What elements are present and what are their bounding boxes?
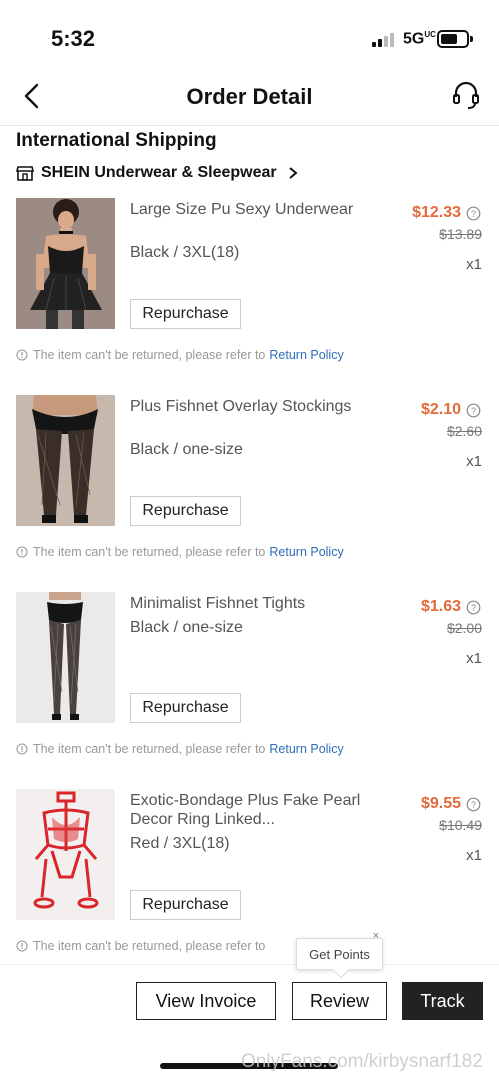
price-info-icon[interactable]: ? <box>466 797 481 812</box>
info-icon <box>16 546 28 558</box>
review-button[interactable]: Review <box>292 982 387 1020</box>
return-notice: The item can't be returned, please refer… <box>16 545 344 559</box>
store-name: SHEIN Underwear & Sleepwear <box>41 164 277 181</box>
item-variant: Black / 3XL(18) <box>130 244 240 261</box>
return-notice-text: The item can't be returned, please refer… <box>33 939 266 953</box>
cellular-signal-icon <box>372 33 398 47</box>
item-price: $12.33 <box>412 204 461 221</box>
track-button[interactable]: Track <box>402 982 483 1020</box>
product-image[interactable] <box>16 198 115 329</box>
item-name[interactable]: Minimalist Fishnet Tights <box>130 594 390 613</box>
order-item: Plus Fishnet Overlay Stockings Black / o… <box>0 395 499 592</box>
page-title: Order Detail <box>186 84 313 109</box>
nav-header: Order Detail <box>0 78 499 126</box>
return-notice-text: The item can't be returned, please refer… <box>33 742 266 756</box>
return-notice: The item can't be returned, please refer… <box>16 742 344 756</box>
customer-service-icon[interactable] <box>452 80 480 110</box>
info-icon <box>16 743 28 755</box>
return-notice: The item can't be returned, please refer… <box>16 348 344 362</box>
item-price: $2.10 <box>420 401 461 418</box>
watermark: OnlyFans.com/kirbysnarf182 <box>241 1051 483 1072</box>
order-item: Large Size Pu Sexy Underwear Black / 3XL… <box>0 198 499 395</box>
price-group: $12.33 ? <box>412 204 481 222</box>
battery-icon <box>437 30 473 48</box>
repurchase-button[interactable]: Repurchase <box>130 299 241 329</box>
price-group: $2.10 ? <box>421 401 481 419</box>
tooltip-text: Get Points <box>309 947 370 962</box>
original-price: $2.00 <box>446 620 482 636</box>
info-icon <box>16 349 28 361</box>
order-item: Exotic-Bondage Plus Fake Pearl Decor Rin… <box>0 789 499 986</box>
item-name[interactable]: Plus Fishnet Overlay Stockings <box>130 397 390 416</box>
item-variant: Black / one-size <box>130 441 243 458</box>
return-policy-link[interactable]: Return Policy <box>269 742 343 756</box>
return-policy-link[interactable]: Return Policy <box>269 545 343 559</box>
view-invoice-button[interactable]: View Invoice <box>136 982 276 1020</box>
original-price: $2.60 <box>446 423 482 439</box>
chevron-right-icon <box>289 167 298 179</box>
original-price: $10.49 <box>439 817 482 833</box>
price-group: $1.63 ? <box>421 598 481 616</box>
repurchase-button[interactable]: Repurchase <box>130 496 241 526</box>
price-info-icon[interactable]: ? <box>466 403 481 418</box>
return-notice: The item can't be returned, please refer… <box>16 939 269 953</box>
item-variant: Black / one-size <box>130 619 243 636</box>
item-quantity: x1 <box>466 256 482 273</box>
status-bar: 5:32 5GUC <box>0 0 499 78</box>
svg-text:?: ? <box>471 800 476 810</box>
return-policy-link[interactable]: Return Policy <box>269 348 343 362</box>
store-icon <box>16 166 34 181</box>
product-image[interactable] <box>16 592 115 723</box>
price-info-icon[interactable]: ? <box>466 600 481 615</box>
price-group: $9.55 ? <box>421 795 481 813</box>
status-time: 5:32 <box>51 26 96 51</box>
store-link[interactable]: SHEIN Underwear & Sleepwear <box>16 162 299 184</box>
item-quantity: x1 <box>466 847 482 864</box>
section-title: International Shipping <box>16 130 217 151</box>
get-points-tooltip[interactable]: Get Points × <box>296 930 383 979</box>
svg-text:?: ? <box>471 406 476 416</box>
close-icon[interactable]: × <box>373 930 379 942</box>
product-image[interactable] <box>16 789 115 920</box>
item-name[interactable]: Exotic-Bondage Plus Fake Pearl Decor Rin… <box>130 791 390 829</box>
return-notice-text: The item can't be returned, please refer… <box>33 348 266 362</box>
item-price: $9.55 <box>420 795 461 812</box>
network-indicator: 5GUC <box>403 30 436 48</box>
item-variant: Red / 3XL(18) <box>130 835 230 852</box>
svg-text:?: ? <box>471 603 476 613</box>
info-icon <box>16 940 28 952</box>
svg-text:?: ? <box>471 209 476 219</box>
original-price: $13.89 <box>439 226 482 242</box>
price-info-icon[interactable]: ? <box>466 206 481 221</box>
repurchase-button[interactable]: Repurchase <box>130 693 241 723</box>
item-quantity: x1 <box>466 453 482 470</box>
item-price: $1.63 <box>420 598 461 615</box>
product-image[interactable] <box>16 395 115 526</box>
order-item: Minimalist Fishnet Tights Black / one-si… <box>0 592 499 789</box>
repurchase-button[interactable]: Repurchase <box>130 890 241 920</box>
item-name[interactable]: Large Size Pu Sexy Underwear <box>130 200 390 219</box>
item-quantity: x1 <box>466 650 482 667</box>
return-notice-text: The item can't be returned, please refer… <box>33 545 266 559</box>
